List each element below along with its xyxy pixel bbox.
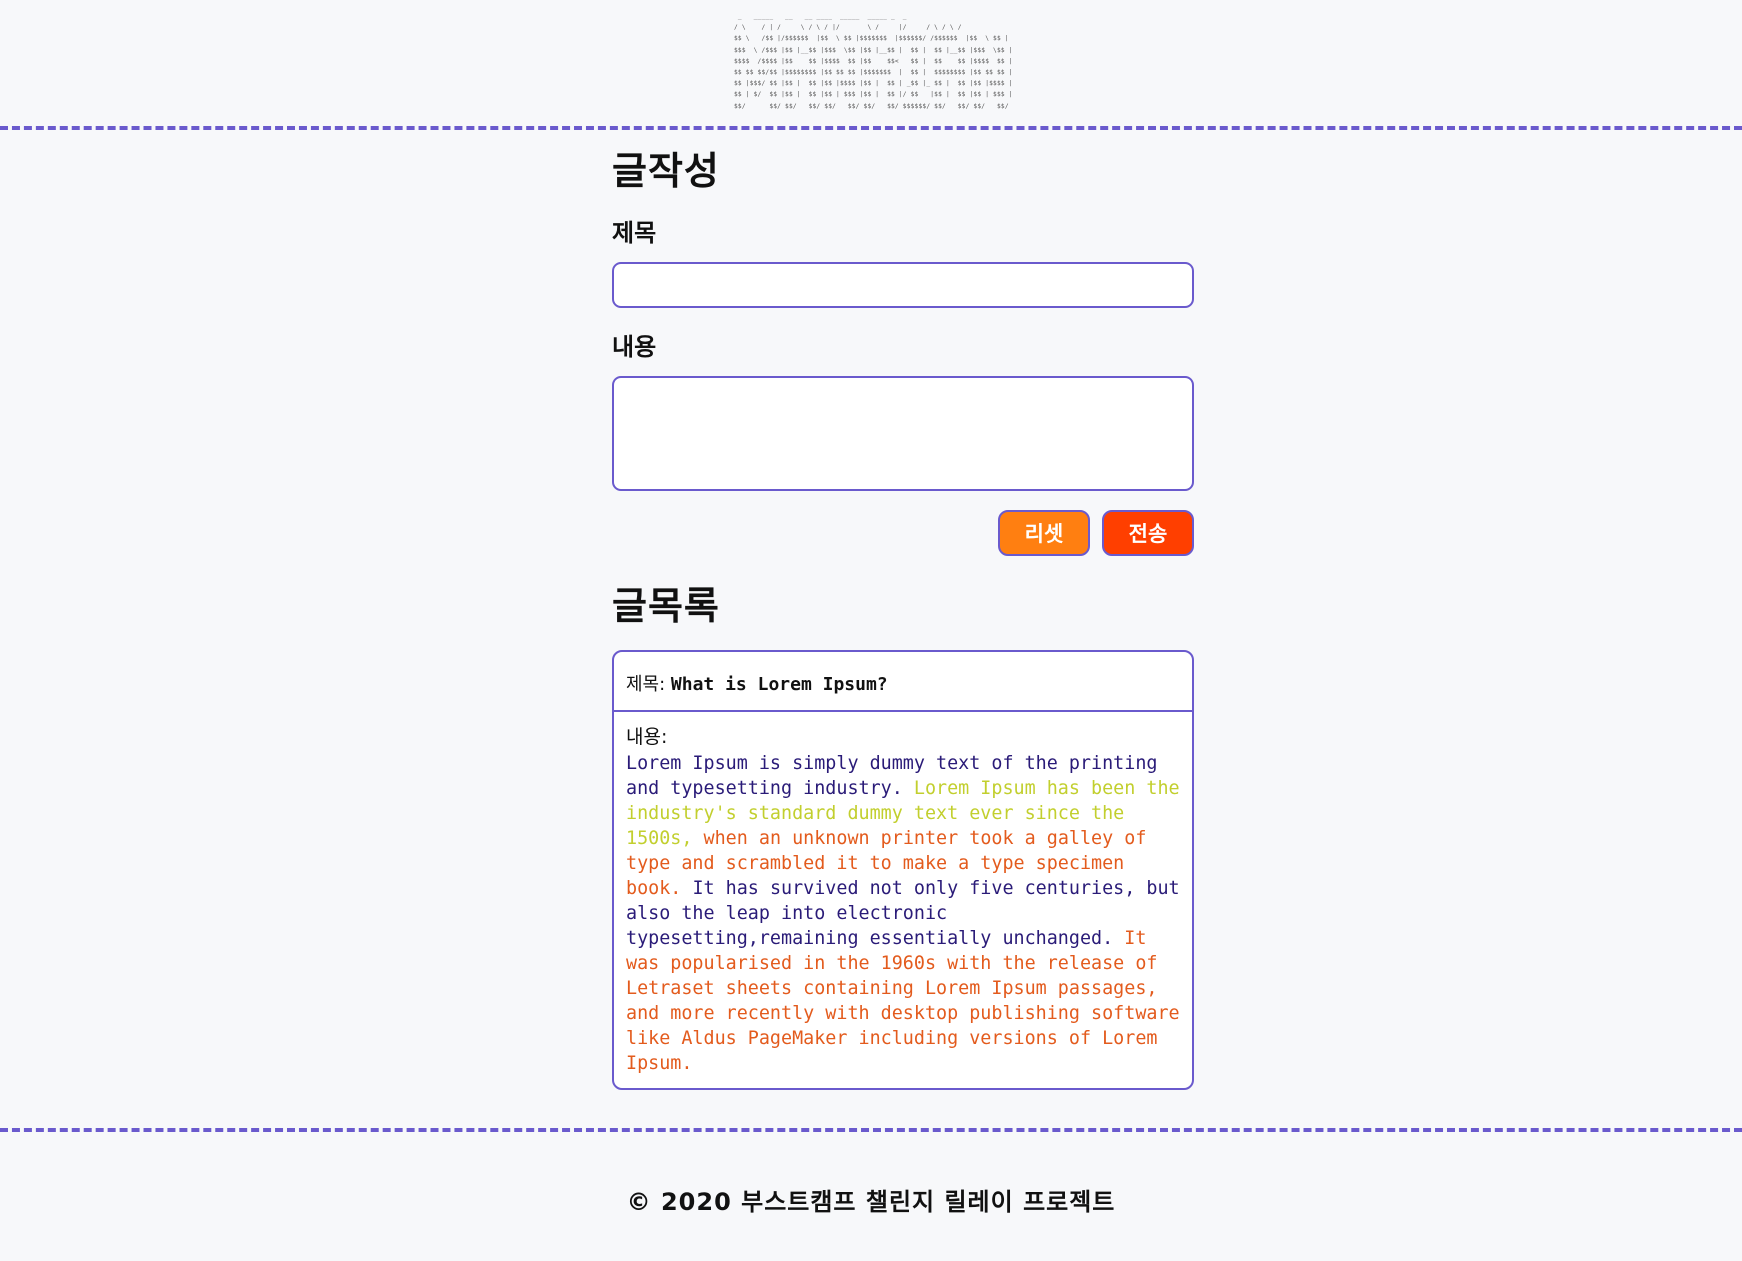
ascii-art-logo: _ _____ __ __ ____ _____ _____ _ _ / \ /…: [734, 13, 1013, 110]
write-heading: 글작성: [612, 149, 720, 193]
header: _ _____ __ __ ____ _____ _____ _ _ / \ /…: [0, 0, 1742, 126]
bottom-divider: [0, 1128, 1742, 1132]
post-content-key: 내용:: [626, 726, 668, 748]
list-heading: 글목록: [612, 584, 720, 628]
reset-button[interactable]: 리셋: [998, 510, 1090, 556]
post-content-segment: It was popularised in the 1960s with the…: [626, 928, 1180, 1074]
content-label: 내용: [612, 333, 657, 361]
top-divider: [0, 126, 1742, 130]
main-content: 글작성 제목 내용 리셋 전송 글목록 제목: What is Lorem Ip…: [612, 140, 1194, 1090]
post-body: 내용: Lorem Ipsum is simply dummy text of …: [614, 712, 1192, 1088]
post-content: Lorem Ipsum is simply dummy text of the …: [626, 751, 1180, 1076]
write-section: 글작성 제목 내용 리셋 전송: [612, 140, 1194, 556]
post-content-segment: It has survived not only five centuries,…: [626, 878, 1180, 949]
post-card: 제목: What is Lorem Ipsum? 내용: Lorem Ipsum…: [612, 650, 1194, 1090]
form-buttons: 리셋 전송: [612, 510, 1194, 556]
list-section: 글목록 제목: What is Lorem Ipsum? 내용: Lorem I…: [612, 575, 1194, 1090]
title-label: 제목: [612, 219, 657, 247]
footer-copyright: © 2020 부스트캠프 챌린지 릴레이 프로젝트: [626, 1188, 1116, 1216]
post-title-row: 제목: What is Lorem Ipsum?: [614, 652, 1192, 712]
title-input[interactable]: [612, 262, 1194, 308]
post-title-key: 제목:: [626, 674, 671, 695]
submit-button[interactable]: 전송: [1102, 510, 1194, 556]
content-textarea[interactable]: [612, 376, 1194, 491]
post-title-value: What is Lorem Ipsum?: [670, 674, 888, 695]
